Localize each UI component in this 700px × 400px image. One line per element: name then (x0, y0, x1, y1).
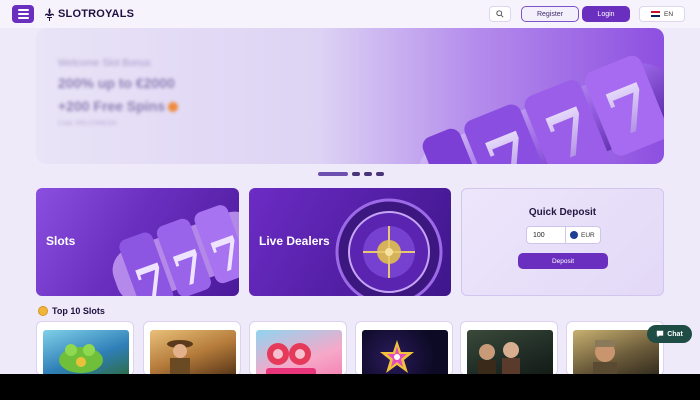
uk-flag-icon (650, 11, 660, 17)
live-dealers-category-tile[interactable]: Live Dealers (249, 188, 451, 296)
register-button[interactable]: Register (521, 6, 579, 22)
slots-label: Slots (46, 234, 76, 248)
language-selector[interactable]: EN (639, 6, 685, 22)
carousel-dots (318, 172, 384, 176)
carousel-dot-active[interactable] (318, 172, 348, 176)
search-icon (496, 10, 504, 18)
quick-deposit-title: Quick Deposit (528, 207, 597, 218)
carousel-dot[interactable] (364, 172, 372, 176)
menu-icon-bar (17, 9, 29, 11)
chat-bubble-icon (657, 330, 664, 338)
quick-deposit-panel: Quick Deposit 100 EUR Deposit (461, 188, 664, 296)
fleur-de-lis-icon (44, 7, 55, 21)
eu-flag-icon (570, 231, 578, 239)
menu-button[interactable] (12, 5, 34, 23)
search-button[interactable] (489, 6, 511, 22)
slots-category-tile[interactable]: 7 7 7 Slots (36, 188, 239, 296)
hero-free-spins-text: +200 Free Spins (58, 98, 166, 114)
hero-banner[interactable]: 7 7 7 Welcome Slot Bonus 200% up to €200… (36, 28, 664, 164)
site-logo[interactable]: SLOTROYALS (44, 7, 134, 21)
brand-name: SLOTROYALS (58, 8, 135, 20)
menu-icon-bar (17, 17, 29, 19)
menu-icon-bar (17, 13, 29, 15)
game-thumbnail (150, 330, 236, 375)
starburst-art (380, 340, 414, 373)
currency-selector[interactable]: EUR (566, 231, 595, 239)
game-thumbnail (43, 330, 129, 375)
chat-button[interactable]: Chat (647, 325, 692, 343)
hero-text-block: Welcome Slot Bonus 200% up to €2000 +200… (58, 58, 179, 127)
candy-art (266, 343, 316, 375)
frog-art (59, 344, 103, 373)
login-button[interactable]: Login (582, 6, 630, 22)
chat-label: Chat (667, 330, 683, 338)
game-thumbnail (573, 330, 659, 375)
deposit-amount-value[interactable]: 100 (527, 232, 565, 239)
game-thumbnail (362, 330, 448, 375)
slot-game-card[interactable] (143, 321, 241, 376)
hero-free-spins: +200 Free Spins (58, 98, 179, 114)
trophy-icon (38, 306, 48, 316)
slot-game-card[interactable] (460, 321, 558, 376)
top-header: SLOTROYALS Register Login EN (0, 0, 700, 28)
explorer-art (167, 340, 193, 375)
hero-offer: 200% up to €2000 (58, 75, 175, 91)
warrior-art (593, 340, 617, 375)
top10-heading: Top 10 Slots (38, 306, 105, 316)
deposit-button[interactable]: Deposit (518, 253, 608, 269)
slot-game-card[interactable] (355, 321, 453, 376)
carousel-dot[interactable] (376, 172, 384, 176)
coin-icon (168, 102, 179, 113)
live-dealers-label: Live Dealers (259, 234, 330, 248)
game-thumbnail (256, 330, 342, 375)
slot-game-card[interactable] (36, 321, 134, 376)
hero-code: Code: WELCOME200 (58, 121, 117, 127)
game-thumbnail (467, 330, 553, 375)
characters-art (478, 342, 520, 375)
top10-title: Top 10 Slots (52, 306, 105, 316)
hero-subtitle: Welcome Slot Bonus (58, 58, 151, 69)
language-code: EN (663, 10, 674, 18)
carousel-dot[interactable] (352, 172, 360, 176)
bottom-black-bar (0, 374, 700, 400)
slot-game-card[interactable] (249, 321, 347, 376)
deposit-amount-field[interactable]: 100 EUR (526, 226, 601, 244)
currency-code: EUR (581, 231, 595, 239)
